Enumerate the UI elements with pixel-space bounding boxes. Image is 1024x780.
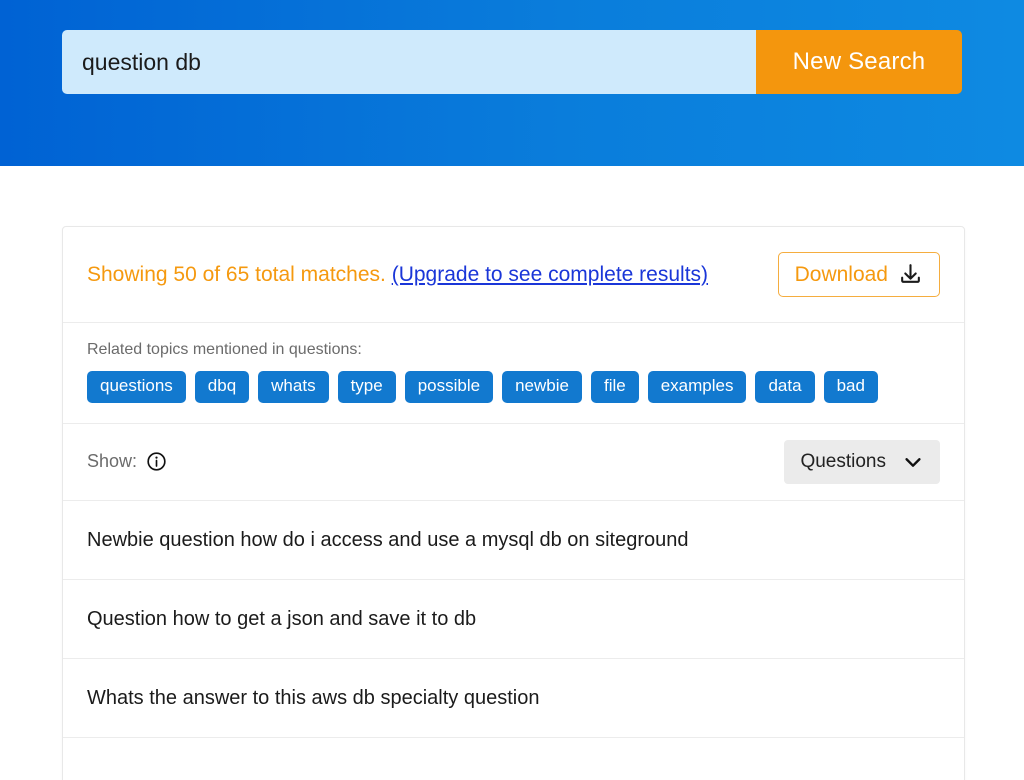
topic-tag[interactable]: type xyxy=(337,371,396,403)
topic-tag[interactable]: questions xyxy=(87,371,186,403)
download-button[interactable]: Download xyxy=(777,252,940,297)
topic-tag[interactable]: bad xyxy=(823,371,878,403)
result-item[interactable]: Newbie question how do i access and use … xyxy=(63,501,964,580)
show-label-group: Show: xyxy=(87,451,167,472)
new-search-button[interactable]: New Search xyxy=(756,30,962,94)
topic-tag[interactable]: possible xyxy=(404,371,494,403)
show-type-selected-value: Questions xyxy=(800,450,886,472)
show-label: Show: xyxy=(87,451,138,472)
topic-tag[interactable]: examples xyxy=(647,371,747,403)
show-filter-row: Show: Questions xyxy=(63,424,964,501)
related-topics-label: Related topics mentioned in questions: xyxy=(87,341,362,358)
download-icon xyxy=(898,262,923,287)
search-header: New Search xyxy=(0,0,1024,166)
topic-tag[interactable]: file xyxy=(590,371,639,403)
topic-tag[interactable]: data xyxy=(755,371,815,403)
info-circle-icon[interactable] xyxy=(146,451,167,472)
topic-tag[interactable]: whats xyxy=(258,371,329,403)
matches-summary-row: Showing 50 of 65 total matches. (Upgrade… xyxy=(63,227,964,323)
topic-tag[interactable]: dbq xyxy=(194,371,250,403)
result-item[interactable]: Whats the answer to this aws db specialt… xyxy=(63,659,964,738)
result-item[interactable]: Question how to get a json and save it t… xyxy=(63,580,964,659)
page-body: Showing 50 of 65 total matches. (Upgrade… xyxy=(0,166,1024,780)
download-button-label: Download xyxy=(794,262,888,286)
topic-tag-list: questions dbq whats type possible newbie… xyxy=(87,371,940,403)
matches-summary-text: Showing 50 of 65 total matches. (Upgrade… xyxy=(87,261,708,288)
results-card: Showing 50 of 65 total matches. (Upgrade… xyxy=(62,226,965,780)
topic-tag[interactable]: newbie xyxy=(502,371,582,403)
result-item[interactable] xyxy=(63,738,964,780)
related-topics-row: Related topics mentioned in questions: q… xyxy=(63,323,964,424)
show-type-dropdown[interactable]: Questions xyxy=(784,439,940,484)
search-bar: New Search xyxy=(62,30,962,94)
chevron-down-icon xyxy=(902,451,924,473)
search-input[interactable] xyxy=(62,30,756,94)
upgrade-link[interactable]: (Upgrade to see complete results) xyxy=(392,263,708,286)
matches-count-text: Showing 50 of 65 total matches. xyxy=(87,262,386,286)
